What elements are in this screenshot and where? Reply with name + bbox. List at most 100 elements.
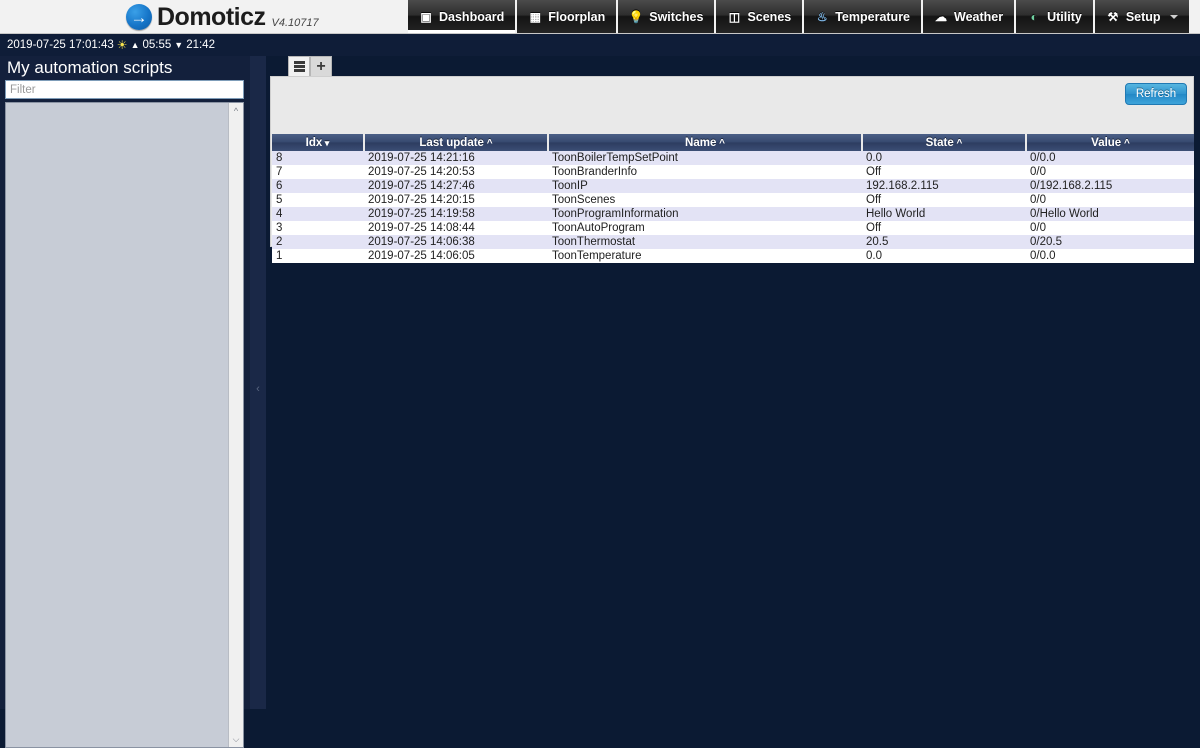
cell-value: 0/0 (1030, 194, 1046, 206)
tab-strip: + (288, 54, 332, 76)
cell-last_update: 2019-07-25 14:06:38 (368, 236, 475, 248)
nav-label-floorplan: Floorplan (548, 9, 606, 24)
page-title: My automation scripts (7, 58, 173, 77)
scripts-list[interactable]: ^ ⌵ (5, 102, 244, 748)
cell-state: Off (866, 222, 882, 234)
cell-state: 0.0 (866, 152, 882, 164)
sunrise-time: 05:55 (142, 39, 172, 51)
scroll-up-icon[interactable]: ^ (229, 103, 243, 118)
cell-value: 0/Hello World (1030, 208, 1099, 220)
sunset-time: 21:42 (186, 39, 215, 51)
nav-item-switches[interactable]: 💡 Switches (618, 0, 717, 33)
top-header-bar: → Domoticz V4.10717 ▣ Dashboard ▦ Floorp… (0, 0, 1200, 34)
floorplan-icon: ▦ (529, 9, 541, 24)
cell-last_update: 2019-07-25 14:19:58 (368, 208, 475, 220)
cell-state: 0.0 (866, 250, 882, 262)
cell-idx: 5 (276, 194, 283, 206)
cell-name: ToonIP (552, 180, 588, 192)
cell-idx: 3 (276, 222, 283, 234)
filter-input[interactable] (5, 80, 244, 99)
table-row[interactable]: 4 2019-07-25 14:19:58 ToonProgramInformati… (272, 207, 1194, 221)
nav-item-temperature[interactable]: ♨ Temperature (804, 0, 924, 33)
film-icon: ◫ (728, 9, 741, 24)
devices-panel: Refresh Idx Last update Name State Value… (270, 76, 1194, 263)
nav-item-dashboard[interactable]: ▣ Dashboard (408, 0, 518, 33)
cell-value: 0/0 (1030, 166, 1046, 178)
cell-name: ToonProgramInformation (552, 208, 679, 220)
cell-last_update: 2019-07-25 14:20:53 (368, 166, 475, 178)
gauge-icon: ◐ (1030, 9, 1038, 24)
nav-label-scenes: Scenes (747, 9, 792, 24)
cell-value: 0/192.168.2.115 (1030, 180, 1113, 192)
tab-list-view[interactable] (288, 56, 310, 76)
scripts-list-empty (6, 103, 243, 747)
cell-name: ToonTemperature (552, 250, 642, 262)
plus-icon: + (316, 57, 326, 75)
refresh-button[interactable]: Refresh (1125, 83, 1187, 105)
column-header-last-update[interactable]: Last update (364, 134, 549, 151)
table-row[interactable]: 1 2019-07-25 14:06:05 ToonTemperature 0.0 0/… (272, 249, 1194, 263)
status-bar: 2019-07-25 17:01:43 ☀ ▲ 05:55 ▼ 21:42 (0, 34, 1200, 56)
cell-idx: 2 (276, 236, 283, 248)
cloud-icon: ☁ (935, 9, 948, 24)
thermometer-icon: ♨ (816, 9, 828, 24)
cell-last_update: 2019-07-25 14:20:15 (368, 194, 475, 206)
cell-name: ToonScenes (552, 194, 616, 206)
sunset-icon: ▼ (174, 40, 184, 50)
brand-logo[interactable]: → Domoticz V4.10717 (126, 1, 319, 33)
cell-state: Off (866, 166, 882, 178)
table-row[interactable]: 5 2019-07-25 14:20:15 ToonScenes Off 0/0 (272, 193, 1194, 207)
lightbulb-icon: 💡 (628, 9, 644, 24)
cell-value: 0/0.0 (1030, 152, 1056, 164)
cell-last_update: 2019-07-25 14:08:44 (368, 222, 475, 234)
scripts-sidebar: My automation scripts ^ ⌵ (0, 56, 250, 748)
nav-item-setup[interactable]: ⚒ Setup (1094, 0, 1189, 33)
cell-idx: 6 (276, 180, 283, 192)
main-navigation: ▣ Dashboard ▦ Floorplan 💡 Switches ◫ Sce… (408, 0, 1189, 33)
cell-idx: 1 (276, 250, 283, 262)
nav-item-weather[interactable]: ☁ Weather (923, 0, 1017, 33)
list-icon (293, 61, 305, 72)
nav-label-dashboard: Dashboard (439, 9, 505, 24)
nav-label-temperature: Temperature (835, 9, 911, 24)
cell-name: ToonAutoProgram (552, 222, 645, 234)
cell-state: 192.168.2.115 (866, 180, 939, 192)
status-datetime: 2019-07-25 17:01:43 (7, 39, 114, 51)
nav-item-scenes[interactable]: ◫ Scenes (716, 0, 805, 33)
sun-icon: ☀ (116, 38, 128, 52)
cell-idx: 8 (276, 152, 283, 164)
column-header-name[interactable]: Name (548, 134, 863, 151)
column-header-value[interactable]: Value (1026, 134, 1194, 151)
cell-name: ToonBoilerTempSetPoint (552, 152, 678, 164)
scripts-list-scrollbar[interactable]: ^ ⌵ (228, 103, 243, 747)
tools-icon: ⚒ (1107, 9, 1119, 24)
scroll-down-icon[interactable]: ⌵ (229, 732, 243, 747)
nav-label-setup: Setup (1125, 9, 1161, 24)
column-header-state[interactable]: State (862, 134, 1027, 151)
column-header-idx[interactable]: Idx (272, 134, 365, 151)
sidebar-collapse-handle[interactable]: ‹ (253, 378, 263, 400)
nav-label-utility: Utility (1047, 9, 1082, 24)
table-row[interactable]: 7 2019-07-25 14:20:53 ToonBranderInfo Off 0/… (272, 165, 1194, 179)
table-row[interactable]: 2 2019-07-25 14:06:38 ToonThermostat 20.5 0/… (272, 235, 1194, 249)
nav-item-floorplan[interactable]: ▦ Floorplan (517, 0, 619, 33)
table-row[interactable]: 3 2019-07-25 14:08:44 ToonAutoProgram Off 0/… (272, 221, 1194, 235)
cell-idx: 7 (276, 166, 283, 178)
dashboard-icon: ▣ (420, 9, 432, 24)
nav-label-switches: Switches (649, 9, 704, 24)
cell-idx: 4 (276, 208, 283, 220)
brand-version: V4.10717 (271, 17, 319, 29)
cell-value: 0/0 (1030, 222, 1046, 234)
sunrise-icon: ▲ (130, 40, 140, 50)
table-row[interactable]: 6 2019-07-25 14:27:46 ToonIP 192.168.2.115 0… (272, 179, 1194, 193)
nav-item-utility[interactable]: ◐ Utility (1016, 0, 1095, 33)
tab-add-item[interactable]: + (310, 56, 332, 76)
cell-name: ToonBranderInfo (552, 166, 638, 178)
chevron-down-icon (1169, 14, 1178, 19)
devices-table: Idx Last update Name State Value 8 2019-0… (272, 134, 1194, 263)
table-header-row: Idx Last update Name State Value (272, 134, 1194, 151)
table-row[interactable]: 8 2019-07-25 14:21:16 ToonBoilerTempSetPoi… (272, 151, 1194, 165)
nav-label-weather: Weather (954, 9, 1004, 24)
cell-state: Hello World (866, 208, 926, 220)
cell-state: Off (866, 194, 882, 206)
